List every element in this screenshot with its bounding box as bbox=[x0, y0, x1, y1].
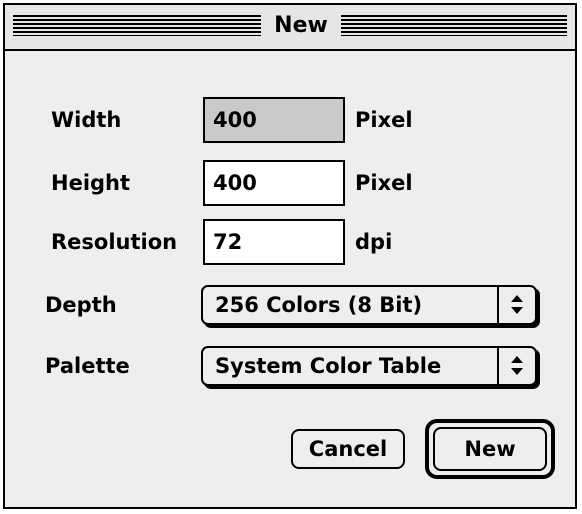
resolution-label: Resolution bbox=[51, 230, 178, 254]
palette-popup-menu[interactable]: System Color Table bbox=[201, 346, 537, 386]
updown-arrows-icon bbox=[497, 348, 535, 384]
new-image-dialog: New Width Pixel Height Pixel Resolution … bbox=[3, 3, 577, 509]
width-label: Width bbox=[51, 108, 122, 132]
updown-arrows-icon bbox=[497, 287, 535, 323]
height-label: Height bbox=[51, 171, 131, 195]
depth-label: Depth bbox=[45, 293, 117, 317]
width-unit: Pixel bbox=[355, 108, 413, 132]
title-bar[interactable]: New bbox=[5, 5, 575, 51]
dialog-title: New bbox=[261, 12, 341, 40]
palette-label: Palette bbox=[45, 354, 130, 378]
new-button[interactable]: New bbox=[433, 427, 547, 471]
resolution-input[interactable] bbox=[203, 219, 345, 265]
title-stripes-right bbox=[341, 15, 567, 36]
cancel-button[interactable]: Cancel bbox=[291, 429, 405, 469]
title-stripes-left bbox=[13, 15, 261, 36]
resolution-unit: dpi bbox=[355, 230, 393, 254]
width-input[interactable] bbox=[203, 97, 345, 143]
height-unit: Pixel bbox=[355, 171, 413, 195]
depth-selected-value: 256 Colors (8 Bit) bbox=[215, 293, 423, 317]
depth-popup-menu[interactable]: 256 Colors (8 Bit) bbox=[201, 285, 537, 325]
palette-selected-value: System Color Table bbox=[215, 354, 442, 378]
height-input[interactable] bbox=[203, 160, 345, 206]
